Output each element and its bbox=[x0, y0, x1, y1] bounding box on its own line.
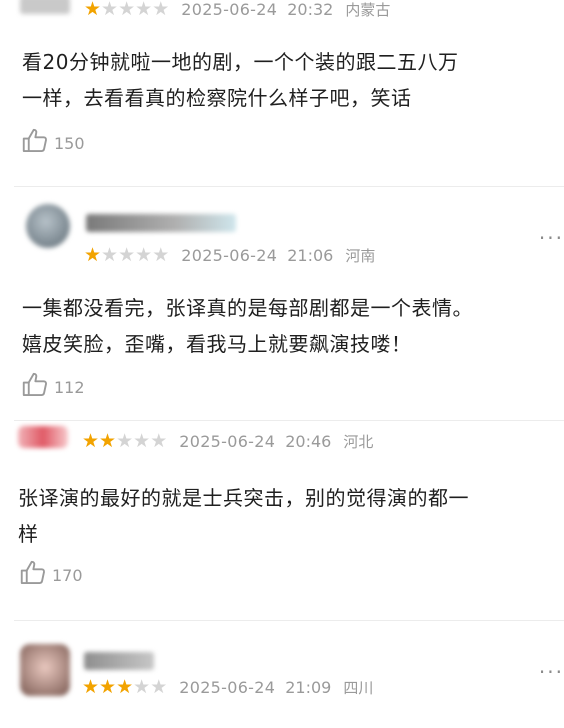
star-filled-icon: ★ bbox=[116, 675, 134, 698]
rating-stars: ★ ★ ★ ★ ★ bbox=[82, 675, 168, 698]
like-count: 112 bbox=[54, 377, 85, 397]
star-empty-icon: ★ bbox=[101, 243, 119, 266]
like-count: 150 bbox=[54, 133, 85, 153]
star-empty-icon: ★ bbox=[133, 675, 151, 698]
more-dots-icon[interactable]: ··· bbox=[539, 662, 564, 682]
rating-stars: ★ ★ ★ ★ ★ bbox=[84, 0, 169, 19]
review-region: 四川 bbox=[343, 678, 374, 697]
star-empty-icon: ★ bbox=[118, 0, 136, 20]
thumbs-up-icon bbox=[18, 558, 48, 592]
thumbs-up-icon bbox=[20, 126, 50, 160]
review-item: ★ ★ ★ ★ ★ 2025-06-24 20:46 河北 张译演的最好的就是士兵突击，… bbox=[0, 422, 564, 632]
star-empty-icon: ★ bbox=[135, 0, 153, 20]
star-empty-icon: ★ bbox=[116, 429, 134, 452]
review-date: 2025-06-24 bbox=[179, 431, 276, 451]
avatar[interactable] bbox=[20, 644, 70, 696]
divider bbox=[14, 186, 564, 187]
review-time: 20:46 bbox=[285, 431, 332, 451]
star-empty-icon: ★ bbox=[152, 0, 170, 20]
username[interactable] bbox=[86, 214, 236, 232]
review-time: 21:06 bbox=[287, 245, 334, 265]
rating-stars: ★ ★ ★ ★ ★ bbox=[84, 243, 170, 266]
review-meta: ★ ★ ★ ★ ★ 2025-06-24 21:06 河南 bbox=[84, 242, 375, 268]
review-region: 河北 bbox=[343, 432, 374, 451]
username[interactable] bbox=[20, 0, 70, 14]
star-empty-icon: ★ bbox=[150, 429, 168, 452]
star-empty-icon: ★ bbox=[133, 429, 151, 452]
star-filled-icon: ★ bbox=[82, 429, 100, 452]
star-filled-icon: ★ bbox=[84, 0, 102, 20]
review-meta: ★ ★ ★ ★ ★ 2025-06-24 21:09 四川 bbox=[82, 674, 373, 700]
review-region: 河南 bbox=[345, 246, 376, 265]
review-time: 20:32 bbox=[287, 0, 334, 19]
review-item: ★ ★ ★ ★ ★ 2025-06-24 20:32 内蒙古 看20分钟就啦一地的剧，一… bbox=[0, 0, 564, 190]
avatar[interactable] bbox=[18, 426, 68, 448]
star-empty-icon: ★ bbox=[118, 243, 136, 266]
star-empty-icon: ★ bbox=[135, 243, 153, 266]
review-item: ··· ★ ★ ★ ★ ★ 2025-06-24 21:06 河南 一集都没看完，张译真… bbox=[0, 190, 564, 418]
username[interactable] bbox=[84, 652, 154, 670]
like-button[interactable]: 112 bbox=[20, 372, 85, 402]
review-time: 21:09 bbox=[285, 677, 332, 697]
review-text: 张译演的最好的就是士兵突击，别的觉得演的都一 样 bbox=[18, 486, 469, 546]
review-meta: ★ ★ ★ ★ ★ 2025-06-24 20:32 内蒙古 bbox=[84, 0, 390, 22]
review-text: 一集都没看完，张译真的是每部剧都是一个表情。 嬉皮笑脸，歪嘴，看我马上就要飙演技… bbox=[22, 296, 473, 356]
more-dots-icon[interactable]: ··· bbox=[539, 228, 564, 248]
rating-stars: ★ ★ ★ ★ ★ bbox=[82, 429, 168, 452]
star-filled-icon: ★ bbox=[99, 675, 117, 698]
avatar[interactable] bbox=[26, 204, 70, 248]
review-item: ··· ★ ★ ★ ★ ★ 2025-06-24 21:09 四川 bbox=[0, 622, 564, 728]
like-button[interactable]: 170 bbox=[18, 560, 83, 590]
review-date: 2025-06-24 bbox=[179, 677, 276, 697]
review-date: 2025-06-24 bbox=[181, 245, 278, 265]
star-filled-icon: ★ bbox=[84, 243, 102, 266]
divider bbox=[14, 420, 564, 421]
review-text: 看20分钟就啦一地的剧，一个个装的跟二五八万 一样，去看看真的检察院什么样子吧，… bbox=[22, 50, 459, 110]
star-filled-icon: ★ bbox=[99, 429, 117, 452]
like-count: 170 bbox=[52, 565, 83, 585]
star-empty-icon: ★ bbox=[150, 675, 168, 698]
star-empty-icon: ★ bbox=[101, 0, 119, 20]
thumbs-up-icon bbox=[20, 370, 50, 404]
review-date: 2025-06-24 bbox=[181, 0, 278, 19]
review-region: 内蒙古 bbox=[345, 0, 391, 19]
like-button[interactable]: 150 bbox=[20, 128, 85, 158]
star-filled-icon: ★ bbox=[82, 675, 100, 698]
divider bbox=[14, 620, 564, 621]
review-meta: ★ ★ ★ ★ ★ 2025-06-24 20:46 河北 bbox=[82, 428, 373, 454]
star-empty-icon: ★ bbox=[152, 243, 170, 266]
